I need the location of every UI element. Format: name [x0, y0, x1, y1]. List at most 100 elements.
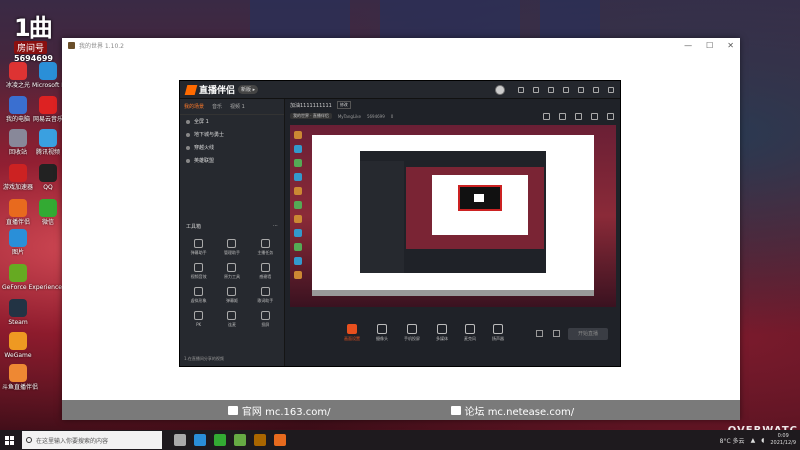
tab-scenes[interactable]: 我的场景: [184, 103, 204, 110]
close-icon[interactable]: [608, 86, 614, 93]
desktop-icon[interactable]: WeGame: [2, 332, 34, 359]
tool-icon: [194, 311, 204, 320]
edge-icon[interactable]: [194, 434, 206, 446]
microphone-button[interactable]: 麦克风: [464, 324, 476, 342]
gift-icon[interactable]: [575, 113, 582, 120]
link-icon[interactable]: [607, 113, 614, 120]
toolbox-item[interactable]: 连麦: [215, 311, 248, 328]
desktop-icon[interactable]: 我的电脑: [2, 96, 34, 123]
stream-preview: [290, 125, 616, 307]
toolbox-item[interactable]: 歌词助手: [249, 287, 282, 304]
camera-button[interactable]: 摄像头: [376, 324, 388, 342]
home-icon: [227, 405, 238, 415]
tab-video[interactable]: 视频 1: [230, 103, 245, 110]
app-icon: [9, 229, 27, 247]
volume-icon[interactable]: ◖: [761, 437, 764, 444]
clock[interactable]: 0:09 2021/12/9: [770, 433, 796, 447]
share-icon[interactable]: [543, 113, 550, 120]
desktop-icon[interactable]: GeForce Experience: [2, 264, 62, 291]
toolbox-item[interactable]: 虚拟形象: [182, 287, 215, 304]
maximize-icon[interactable]: [593, 86, 599, 93]
menu-icon[interactable]: [563, 86, 569, 93]
window-titlebar: 我的世界 1.10.2 — ☐ ✕: [62, 38, 740, 52]
stream-app-logo: 直播伴侣 新版 ▸: [184, 83, 259, 96]
desktop-icon[interactable]: 游戏加速器: [2, 164, 34, 191]
task-view-icon[interactable]: [174, 434, 186, 446]
desktop-icon[interactable]: 网易云音乐: [32, 96, 64, 123]
desktop-icon[interactable]: 回收站: [2, 129, 34, 156]
app-icon: [9, 96, 27, 114]
desktop-icon[interactable]: Microsoft Edge: [32, 62, 76, 89]
desktop-icon[interactable]: QQ: [32, 164, 64, 191]
preview-nested-window: [312, 135, 594, 290]
lock-icon[interactable]: [559, 113, 566, 120]
tab-music[interactable]: 音乐: [212, 103, 222, 110]
desktop-icon[interactable]: 腾讯视频: [32, 129, 64, 156]
app-icon: [9, 199, 27, 217]
avatar[interactable]: [495, 84, 505, 95]
edit-title-button[interactable]: 修改: [336, 101, 351, 109]
screen-settings-button[interactable]: 画面设置: [344, 324, 360, 342]
sidebar-footer-note[interactable]: 1.在直播间分享的视频: [184, 356, 224, 362]
stream-overlay-badge: 1曲 房间号 5694699: [14, 8, 60, 63]
desktop-icon[interactable]: 微信: [32, 199, 64, 226]
stream-app-header: 直播伴侣 新版 ▸: [180, 81, 620, 99]
forum-icon: [450, 405, 461, 415]
minecraft-icon[interactable]: [234, 434, 246, 446]
app-icon: [39, 164, 57, 182]
weather[interactable]: 8°C 多云: [720, 436, 745, 445]
app-icon: [9, 264, 27, 282]
tool-icon: [194, 263, 204, 272]
desktop-icon[interactable]: Steam: [2, 299, 34, 326]
toolbox-item[interactable]: PK: [182, 311, 215, 328]
forum-link[interactable]: 论坛 mc.netease.com/: [450, 403, 574, 418]
desktop-icon[interactable]: 直播伴侣: [2, 199, 34, 226]
toolbox-item[interactable]: 感谢墙: [249, 263, 282, 280]
toolbox-item[interactable]: 投屏: [249, 311, 282, 328]
toolbox-item[interactable]: 弹幕助手: [182, 239, 215, 256]
eye-icon[interactable]: [186, 119, 190, 124]
scene-item[interactable]: 全屏 1: [180, 115, 284, 128]
desktop-icon[interactable]: 斗鱼直播伴侣: [2, 364, 38, 391]
stream-icon[interactable]: [274, 434, 286, 446]
phone-cast-button[interactable]: 手机投屏: [404, 324, 420, 342]
toolbox-more-icon[interactable]: ⋯: [273, 223, 278, 230]
scene-item[interactable]: 地下城与勇士: [180, 128, 284, 141]
toolbox-item[interactable]: 管理助手: [215, 239, 248, 256]
gift-icon[interactable]: [548, 86, 554, 93]
desktop-icon[interactable]: 冰凌之光: [2, 62, 34, 89]
settings-icon[interactable]: [518, 86, 524, 93]
eye-icon[interactable]: [186, 132, 190, 137]
eye-icon[interactable]: [186, 158, 190, 163]
version-badge[interactable]: 新版 ▸: [238, 85, 259, 94]
preview-desktop-icons: [290, 125, 310, 307]
minecraft-launcher-window: 我的世界 1.10.2 — ☐ ✕ 直播伴侣 新版 ▸ 我的场景 音乐 视频 1…: [62, 38, 740, 420]
video-icon[interactable]: [536, 329, 543, 337]
app-icon: [9, 129, 27, 147]
official-site-link[interactable]: 官网 mc.163.com/: [227, 403, 331, 418]
eye-icon[interactable]: [553, 329, 560, 337]
media-button[interactable]: 多媒体: [436, 324, 448, 342]
bell-icon[interactable]: [591, 113, 598, 120]
toolbox-item[interactable]: 视频音效: [182, 263, 215, 280]
eye-icon[interactable]: [186, 145, 190, 150]
message-icon[interactable]: [533, 86, 539, 93]
network-icon[interactable]: ▲: [751, 437, 756, 444]
scene-item[interactable]: 英雄联盟: [180, 154, 284, 167]
scene-item[interactable]: 穿越火线: [180, 141, 284, 154]
desktop-icon[interactable]: 图片: [2, 229, 34, 256]
toolbox-item[interactable]: 原力工具: [215, 263, 248, 280]
start-live-button[interactable]: 开始直播: [568, 328, 608, 340]
close-button[interactable]: ✕: [727, 41, 734, 50]
minimize-icon[interactable]: [578, 86, 584, 93]
taskbar-search[interactable]: 在这里输入你要搜索的内容: [22, 431, 162, 449]
toolbox-item[interactable]: 弹幕姬: [215, 287, 248, 304]
start-button[interactable]: [0, 430, 18, 450]
speaker-button[interactable]: 扬声器: [492, 324, 504, 342]
minimize-button[interactable]: —: [684, 41, 692, 50]
obs-icon[interactable]: [254, 434, 266, 446]
category-chip[interactable]: 我的世界 · 直播伴侣: [290, 113, 332, 119]
wechat-icon[interactable]: [214, 434, 226, 446]
maximize-button[interactable]: ☐: [706, 41, 713, 50]
toolbox-item[interactable]: 主播任务: [249, 239, 282, 256]
